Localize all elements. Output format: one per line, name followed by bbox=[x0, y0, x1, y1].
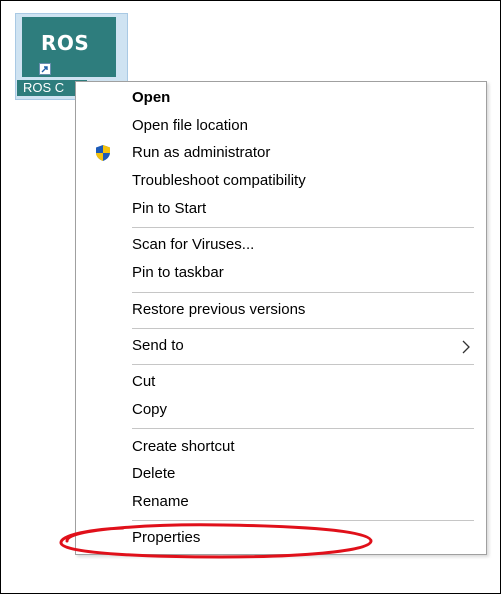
menu-item-open-file-location[interactable]: Open file location bbox=[76, 114, 486, 138]
menu-item-label: Rename bbox=[132, 493, 189, 510]
menu-separator bbox=[132, 520, 474, 521]
menu-separator bbox=[132, 292, 474, 293]
menu-item-troubleshoot-compatibility[interactable]: Troubleshoot compatibility bbox=[76, 169, 486, 193]
shortcut-arrow-icon bbox=[39, 63, 51, 75]
menu-item-label: Copy bbox=[132, 401, 168, 418]
menu-item-copy[interactable]: Copy bbox=[76, 398, 486, 422]
menu-item-label: Open file location bbox=[132, 117, 248, 134]
menu-item-pin-to-start[interactable]: Pin to Start bbox=[76, 197, 486, 221]
menu-item-restore-previous-versions[interactable]: Restore previous versions bbox=[76, 298, 486, 322]
menu-item-create-shortcut[interactable]: Create shortcut bbox=[76, 435, 486, 459]
menu-item-scan-for-viruses[interactable]: Scan for Viruses... bbox=[76, 233, 486, 257]
menu-item-label: Properties bbox=[132, 529, 201, 546]
menu-separator bbox=[132, 364, 474, 365]
context-menu: Open Open file location Run as administr… bbox=[75, 81, 487, 555]
menu-item-run-as-administrator[interactable]: Run as administrator bbox=[76, 141, 486, 165]
menu-item-label: Run as administrator bbox=[132, 144, 271, 161]
screenshot-frame: ROS ROS C Open Open file location Run as… bbox=[0, 0, 501, 594]
ros-app-icon-text: ROS bbox=[41, 31, 90, 55]
chevron-right-icon bbox=[462, 340, 470, 354]
menu-item-label: Troubleshoot compatibility bbox=[132, 172, 306, 189]
menu-separator bbox=[132, 328, 474, 329]
menu-item-label: Create shortcut bbox=[132, 438, 235, 455]
menu-item-properties[interactable]: Properties bbox=[76, 526, 486, 550]
menu-item-send-to[interactable]: Send to bbox=[76, 334, 486, 358]
menu-separator bbox=[132, 227, 474, 228]
menu-item-open[interactable]: Open bbox=[76, 86, 486, 110]
menu-item-label: Send to bbox=[132, 337, 184, 354]
menu-separator bbox=[132, 428, 474, 429]
menu-item-delete[interactable]: Delete bbox=[76, 462, 486, 486]
menu-item-label: Cut bbox=[132, 373, 156, 390]
uac-shield-icon bbox=[96, 145, 110, 161]
menu-item-label: Restore previous versions bbox=[132, 301, 306, 318]
menu-item-cut[interactable]: Cut bbox=[76, 370, 486, 394]
menu-item-pin-to-taskbar[interactable]: Pin to taskbar bbox=[76, 261, 486, 285]
menu-item-label: Pin to taskbar bbox=[132, 264, 224, 281]
menu-item-rename[interactable]: Rename bbox=[76, 490, 486, 514]
menu-item-label: Pin to Start bbox=[132, 200, 207, 217]
menu-item-label: Open bbox=[132, 89, 171, 106]
menu-item-label: Scan for Viruses... bbox=[132, 236, 255, 253]
menu-item-label: Delete bbox=[132, 465, 176, 482]
